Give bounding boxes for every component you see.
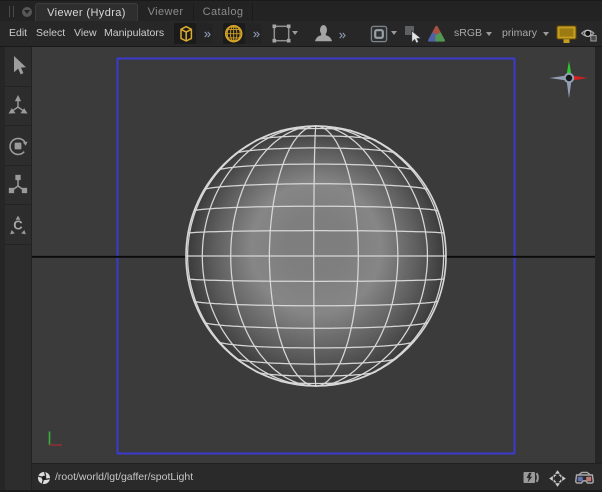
orientation-compass-gizmo[interactable] <box>550 60 590 99</box>
marquee-select-button[interactable] <box>272 24 291 43</box>
menu-manipulators[interactable]: Manipulators <box>104 21 164 46</box>
globe-wireframe-icon <box>223 23 245 45</box>
rgb-triangle-button[interactable] <box>427 25 446 44</box>
wireframe-sphere <box>186 126 446 386</box>
viewer-toolbar: Edit Select View Manipulators <box>0 21 602 47</box>
lighting-expand-chevron[interactable] <box>253 31 260 38</box>
tab-viewer-hydra[interactable]: Viewer (Hydra) <box>35 3 138 22</box>
view-option-select[interactable]: primary <box>502 21 537 46</box>
scene-location-path: /root/world/lgt/gaffer/spotLight <box>55 464 193 491</box>
rotate-icon <box>8 135 28 157</box>
view-option-dropdown-arrow[interactable] <box>543 32 549 36</box>
globe-button[interactable] <box>223 23 245 45</box>
scale-icon <box>8 174 28 198</box>
shading-expand-chevron[interactable] <box>204 31 211 38</box>
marquee-dropdown-arrow[interactable] <box>292 31 298 35</box>
viewport-right-margin <box>595 47 602 463</box>
monitor-button[interactable] <box>556 25 577 43</box>
tab-catalog[interactable]: Catalog <box>194 3 253 22</box>
left-tool-column: C <box>0 47 32 490</box>
tab-bar: Viewer (Hydra) Viewer Catalog <box>0 0 602 22</box>
pan-view-icon[interactable] <box>548 469 567 488</box>
shaded-cube-button[interactable] <box>174 23 196 45</box>
lighting-mode-group <box>223 23 262 45</box>
translate-tool-button[interactable] <box>5 87 31 127</box>
scale-tool-button[interactable] <box>5 166 31 206</box>
world-axis-indicator <box>50 432 63 446</box>
menu-view[interactable]: View <box>74 21 97 46</box>
rounded-square-dropdown-arrow[interactable] <box>391 31 397 35</box>
shaded-cube-icon <box>174 23 196 45</box>
pose-person-button[interactable] <box>314 24 333 43</box>
menu-edit[interactable]: Edit <box>9 21 27 46</box>
shading-mode-group <box>174 23 213 45</box>
eye-edit-button[interactable] <box>581 27 597 42</box>
pane-drag-handle[interactable] <box>9 6 14 17</box>
select-arrow-icon <box>9 54 27 78</box>
pointer-snap-button[interactable] <box>404 25 424 45</box>
rounded-square-button[interactable] <box>370 25 388 43</box>
pose-expand-chevron[interactable] <box>339 32 346 39</box>
color-space-select[interactable]: sRGB <box>454 21 482 46</box>
flash-camera-icon[interactable] <box>523 471 540 484</box>
chevron-down-icon <box>24 10 30 14</box>
pane-menu-button[interactable] <box>22 7 32 17</box>
tab-viewer[interactable]: Viewer <box>138 3 194 22</box>
center-of-interest-icon: C <box>8 213 28 237</box>
location-aperture-icon <box>37 471 51 485</box>
viewport-canvas <box>32 47 595 463</box>
viewport-3d[interactable] <box>32 47 595 463</box>
translate-icon <box>8 95 28 119</box>
center-of-interest-tool-button[interactable]: C <box>5 205 31 245</box>
select-tool-button[interactable] <box>5 47 31 87</box>
status-bar: /root/world/lgt/gaffer/spotLight <box>32 463 602 490</box>
color-space-dropdown-arrow[interactable] <box>486 32 492 36</box>
stereo-glasses-icon[interactable] <box>575 471 594 485</box>
rotate-tool-button[interactable] <box>5 126 31 166</box>
menu-select[interactable]: Select <box>36 21 65 46</box>
